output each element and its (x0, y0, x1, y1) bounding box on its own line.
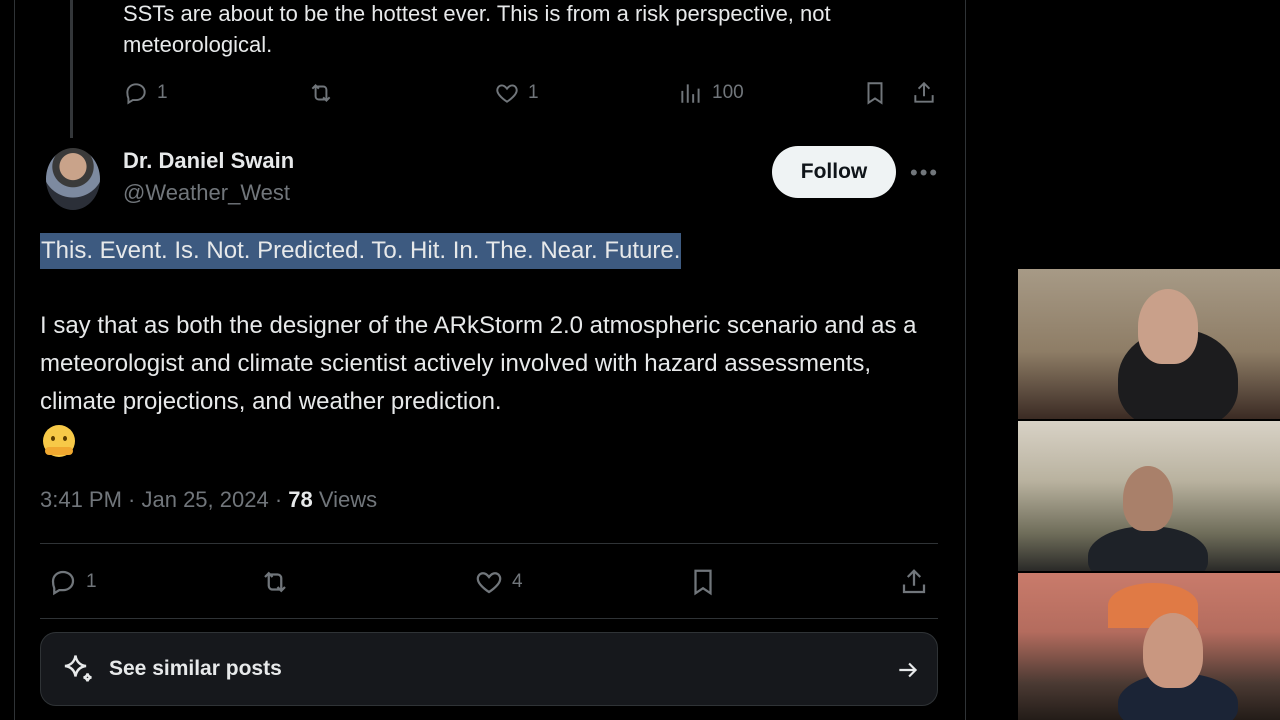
bookmark-button[interactable] (862, 80, 888, 106)
video-participant-1 (1018, 269, 1280, 419)
bookmark-icon (694, 569, 712, 596)
previous-post-text: SSTs are about to be the hottest ever. T… (123, 1, 831, 57)
repost-button[interactable] (308, 80, 334, 106)
highlighted-text: This. Event. Is. Not. Predicted. To. Hit… (40, 233, 682, 269)
see-similar-label: See similar posts (109, 657, 282, 680)
analytics-icon (681, 84, 700, 103)
author-handle[interactable]: @Weather_West (123, 180, 290, 206)
reply-button[interactable]: 1 (48, 567, 97, 597)
reply-count: 1 (86, 571, 97, 592)
more-options-icon[interactable]: ••• (910, 160, 939, 186)
hugging-face-emoji-icon (43, 425, 75, 457)
like-count: 4 (512, 571, 523, 592)
previous-post-actions: 1 1 100 (0, 80, 960, 110)
share-icon (914, 81, 934, 103)
views-label: Views (312, 487, 378, 512)
reply-count: 1 (157, 82, 168, 103)
bookmark-icon (867, 82, 883, 105)
reply-icon (51, 570, 75, 596)
reply-button[interactable]: 1 (123, 80, 168, 106)
share-button[interactable] (899, 567, 929, 597)
follow-button[interactable]: Follow (772, 146, 896, 198)
like-count: 1 (528, 82, 539, 103)
sparkle-icon (64, 655, 92, 682)
post-body-text: I say that as both the designer of the A… (40, 312, 917, 415)
participant-body (1088, 526, 1208, 571)
thread-line (70, 0, 73, 138)
author-name[interactable]: Dr. Daniel Swain (123, 148, 294, 174)
participant-face (1138, 289, 1198, 364)
participant-face (1123, 466, 1173, 531)
post-metadata: 3:41 PM · Jan 25, 2024 · 78 Views (40, 487, 377, 513)
reply-icon (126, 83, 146, 105)
arrow-right-icon (899, 662, 918, 678)
repost-icon (311, 84, 331, 102)
meta-separator: · (268, 487, 289, 512)
participant-face (1143, 613, 1203, 688)
views-count: 78 (288, 487, 313, 512)
divider-top (40, 543, 938, 544)
share-icon (902, 569, 926, 594)
divider-bottom (40, 618, 938, 619)
bookmark-button[interactable] (688, 567, 718, 597)
post-timestamp[interactable]: 3:41 PM · Jan 25, 2024 (40, 487, 269, 512)
post-actions: 1 4 (0, 567, 960, 597)
like-button[interactable]: 4 (474, 567, 523, 597)
see-similar-posts-button[interactable]: See similar posts (40, 632, 938, 706)
views-button[interactable]: 100 (678, 80, 744, 106)
repost-button[interactable] (260, 567, 290, 597)
author-avatar[interactable] (46, 148, 100, 210)
share-button[interactable] (911, 80, 937, 106)
repost-icon (264, 571, 286, 593)
video-participant-2 (1018, 421, 1280, 571)
view-count: 100 (712, 82, 744, 103)
heart-icon (496, 84, 518, 103)
like-button[interactable]: 1 (494, 80, 539, 106)
heart-icon (476, 572, 502, 594)
video-participant-3 (1018, 573, 1280, 720)
